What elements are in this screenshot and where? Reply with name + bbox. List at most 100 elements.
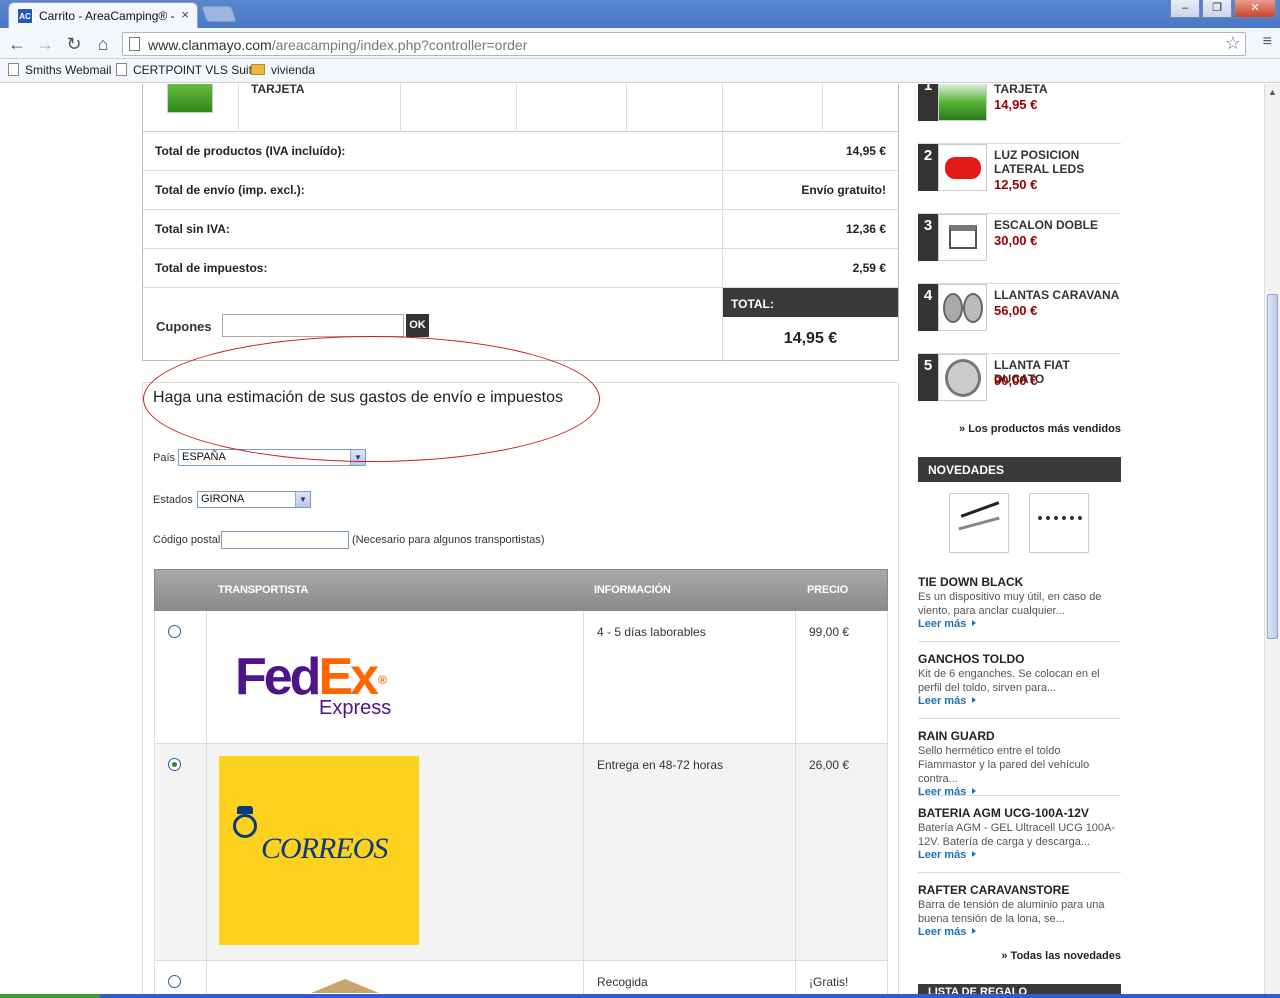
- bookmark-vivienda[interactable]: vivienda: [251, 63, 315, 77]
- read-more-link[interactable]: Leer más: [918, 926, 1121, 938]
- news-item: RAFTER CARAVANSTORE Barra de tensión de …: [918, 883, 1121, 939]
- new-tab-button[interactable]: [201, 6, 237, 22]
- carrier-radio-correos[interactable]: [168, 758, 181, 771]
- bestseller-price: 56,00 €: [994, 303, 1038, 318]
- close-tab-icon[interactable]: ×: [181, 7, 189, 22]
- cart-summary-table: TARJETA Total de productos (IVA incluído…: [142, 84, 899, 361]
- cart-product-row: TARJETA: [143, 84, 898, 132]
- bestseller-item[interactable]: 4 LLANTAS CARAVANA 56,00 €: [918, 284, 1121, 354]
- caret-right-icon: [972, 620, 977, 626]
- fedex-express-text: Express: [319, 697, 392, 719]
- bookmark-certpoint[interactable]: CERTPOINT VLS Suite: [116, 63, 259, 77]
- post-horn-icon: [233, 814, 257, 838]
- postal-code-label: Código postal: [153, 534, 221, 546]
- product-thumbnail[interactable]: [167, 84, 213, 113]
- scroll-up-icon[interactable]: ▲: [1265, 84, 1280, 100]
- bestseller-name[interactable]: ESCALON DOBLE: [994, 218, 1122, 232]
- forward-icon[interactable]: →: [34, 33, 56, 55]
- page-icon: [129, 37, 140, 51]
- carrier-info: 4 - 5 días laborables: [597, 625, 706, 639]
- browser-toolbar: ← → ↻ ⌂ www.clanmayo.com/areacamping/ind…: [0, 28, 1280, 59]
- read-more-link[interactable]: Leer más: [918, 695, 1121, 707]
- bestseller-image[interactable]: [938, 284, 987, 331]
- bestseller-image[interactable]: [938, 214, 987, 261]
- all-bestsellers-link[interactable]: » Los productos más vendidos: [959, 423, 1121, 435]
- bestseller-price: 30,00 €: [994, 233, 1038, 248]
- coupon-ok-button[interactable]: OK: [406, 314, 429, 337]
- bookmark-smiths-webmail[interactable]: Smiths Webmail: [8, 63, 111, 77]
- summary-row-no-tax: Total sin IVA: 12,36 €: [143, 210, 898, 249]
- postal-code-input[interactable]: [221, 531, 349, 549]
- state-select[interactable]: GIRONA ▼: [197, 491, 311, 508]
- caret-right-icon: [972, 851, 977, 857]
- new-product-thumb-hooks[interactable]: [1029, 493, 1089, 553]
- maximize-button[interactable]: ❐: [1202, 0, 1232, 18]
- news-title[interactable]: RAIN GUARD: [918, 729, 1121, 743]
- address-bar[interactable]: www.clanmayo.com/areacamping/index.php?c…: [122, 32, 1246, 56]
- news-title[interactable]: GANCHOS TOLDO: [918, 652, 1121, 666]
- bookmark-star-icon[interactable]: ☆: [1225, 33, 1241, 54]
- news-title[interactable]: RAFTER CARAVANSTORE: [918, 883, 1121, 897]
- carrier-price: ¡Gratis!: [809, 975, 849, 989]
- coupon-input[interactable]: [222, 314, 404, 337]
- bestseller-image[interactable]: [938, 354, 987, 401]
- correos-logo: CORREOS: [219, 756, 419, 945]
- url-text: www.clanmayo.com/areacamping/index.php?c…: [148, 37, 528, 53]
- bestseller-item[interactable]: 1 GUIA ACSI CON TARJETA 14,95 €: [918, 84, 1121, 144]
- summary-value: 12,36 €: [845, 222, 886, 236]
- carrier-price: 99,00 €: [809, 625, 850, 639]
- summary-value: Envío gratuito!: [801, 183, 886, 197]
- reload-icon[interactable]: ↻: [63, 33, 85, 55]
- chevron-down-icon[interactable]: ▼: [295, 492, 310, 507]
- bestseller-rank: 1: [918, 84, 938, 121]
- product-name[interactable]: TARJETA: [251, 84, 305, 96]
- bestseller-price: 14,95 €: [994, 97, 1038, 112]
- bookmarks-bar: Smiths Webmail CERTPOINT VLS Suite vivie…: [0, 59, 1280, 83]
- read-more-link[interactable]: Leer más: [918, 849, 1121, 861]
- summary-row-shipping: Total de envío (imp. excl.): Envío gratu…: [143, 171, 898, 210]
- bestseller-price: 12,50 €: [994, 177, 1038, 192]
- bestseller-image[interactable]: [938, 84, 987, 121]
- shipping-estimate-section: Haga una estimación de sus gastos de env…: [142, 382, 899, 994]
- news-description: Batería AGM - GEL Ultracell UCG 100A-12V…: [918, 822, 1116, 848]
- carrier-row-correos[interactable]: CORREOS Entrega en 48-72 horas 26,00 €: [154, 744, 888, 961]
- page-icon: [116, 63, 127, 76]
- news-title[interactable]: BATERIA AGM UCG-100A-12V: [918, 806, 1121, 820]
- bestseller-item[interactable]: 5 LLANTA FIAT DUCATO 90,00 €: [918, 354, 1121, 424]
- carrier-row-pickup[interactable]: Recogida ¡Gratis!: [154, 961, 888, 994]
- wrench-menu-icon[interactable]: ≡: [1263, 33, 1272, 51]
- browser-tab[interactable]: AC Carrito - AreaCamping® - Ac ×: [8, 2, 198, 28]
- all-news-link[interactable]: » Todas las novedades: [1001, 950, 1121, 962]
- carrier-info: Recogida: [597, 975, 648, 989]
- carrier-radio-pickup[interactable]: [168, 975, 181, 988]
- news-description: Barra de tensión de aluminio para una bu…: [918, 899, 1105, 925]
- read-more-link[interactable]: Leer más: [918, 786, 1121, 798]
- tab-title: Carrito - AreaCamping® - Ac: [39, 9, 177, 23]
- bestseller-name[interactable]: LUZ POSICION LATERAL LEDS: [994, 148, 1122, 176]
- red-highlight-ellipse: [143, 336, 600, 462]
- bestseller-name[interactable]: GUIA ACSI CON TARJETA: [994, 84, 1122, 96]
- caret-right-icon: [972, 697, 977, 703]
- carriers-table: TRANSPORTISTA INFORMACIÓN PRECIO FedEx ® …: [154, 569, 888, 994]
- minimize-button[interactable]: –: [1170, 0, 1200, 18]
- carrier-row-fedex[interactable]: FedEx ® Express 4 - 5 días laborables 99,…: [154, 611, 888, 744]
- start-button[interactable]: [0, 994, 100, 998]
- header-carrier: TRANSPORTISTA: [218, 584, 309, 596]
- caret-right-icon: [972, 928, 977, 934]
- total-value: 14,95 €: [783, 330, 838, 347]
- bestseller-item[interactable]: 2 LUZ POSICION LATERAL LEDS 12,50 €: [918, 144, 1121, 214]
- os-taskbar: [0, 994, 1280, 998]
- new-product-thumb-tie-down[interactable]: [949, 493, 1009, 553]
- header-info: INFORMACIÓN: [594, 584, 671, 596]
- vertical-scrollbar[interactable]: ▲: [1264, 84, 1280, 994]
- close-window-button[interactable]: ✕: [1234, 0, 1276, 18]
- bestseller-image[interactable]: [938, 144, 987, 191]
- home-icon[interactable]: ⌂: [92, 33, 114, 55]
- scrollbar-thumb[interactable]: [1267, 294, 1278, 639]
- carrier-radio-fedex[interactable]: [168, 625, 181, 638]
- bestseller-item[interactable]: 3 ESCALON DOBLE 30,00 €: [918, 214, 1121, 284]
- back-icon[interactable]: ←: [6, 33, 28, 55]
- news-title[interactable]: TIE DOWN BLACK: [918, 575, 1121, 589]
- bestseller-name[interactable]: LLANTAS CARAVANA: [994, 288, 1122, 302]
- read-more-link[interactable]: Leer más: [918, 618, 1121, 630]
